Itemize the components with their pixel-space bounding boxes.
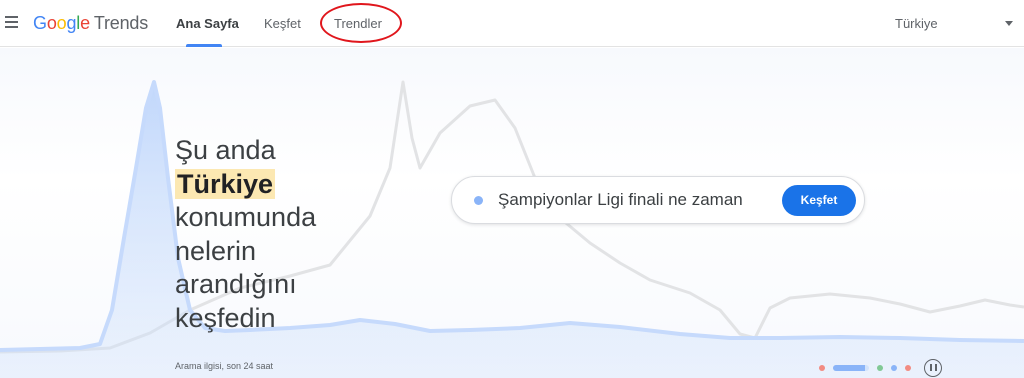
- headline-line: nelerin: [175, 235, 257, 266]
- headline-location-highlight: Türkiye: [175, 168, 276, 199]
- region-selector[interactable]: Türkiye: [895, 16, 938, 31]
- headline-line: arandığını: [175, 269, 297, 299]
- headline-line: Şu anda: [175, 135, 276, 165]
- logo-letter: G: [33, 13, 47, 33]
- chart-caption: Arama ilgisi, son 24 saat: [175, 361, 274, 371]
- carousel-progress-indicator[interactable]: [833, 365, 869, 371]
- explore-button[interactable]: Keşfet: [782, 185, 856, 216]
- carousel-dot[interactable]: [819, 365, 825, 371]
- nav-trending[interactable]: Trendler: [334, 16, 382, 31]
- logo-letter: o: [56, 13, 67, 33]
- headline-line: konumunda: [175, 202, 317, 232]
- logo-letter: o: [46, 13, 57, 33]
- carousel-progress-fill: [833, 365, 866, 371]
- carousel-dot[interactable]: [877, 365, 883, 371]
- search-suggestion-box[interactable]: Şampiyonlar Ligi finali ne zaman Keşfet: [451, 176, 865, 224]
- logo-letter: e: [80, 13, 90, 33]
- top-bar: Google Trends Ana Sayfa Keşfet Trendler T…: [0, 0, 1024, 47]
- nav-home[interactable]: Ana Sayfa: [176, 16, 239, 31]
- search-suggestion-text[interactable]: Şampiyonlar Ligi finali ne zaman: [498, 190, 743, 210]
- headline-line: keşfedin: [175, 302, 276, 333]
- hamburger-menu-icon[interactable]: [4, 13, 20, 31]
- logo-letter: g: [66, 13, 77, 33]
- carousel-dot[interactable]: [905, 365, 911, 371]
- logo-product-name: Trends: [93, 13, 149, 33]
- blue-trend-area: [0, 82, 1024, 378]
- carousel-dot[interactable]: [891, 365, 897, 371]
- pause-icon[interactable]: [924, 359, 942, 377]
- chevron-down-icon[interactable]: [1005, 21, 1013, 26]
- nav-active-indicator: [186, 44, 222, 47]
- google-trends-logo[interactable]: Google Trends: [33, 13, 148, 34]
- hero-headline: Şu anda Türkiye konumunda nelerin arandı…: [175, 134, 316, 335]
- nav-explore[interactable]: Keşfet: [264, 16, 301, 31]
- dot-icon: [474, 196, 483, 205]
